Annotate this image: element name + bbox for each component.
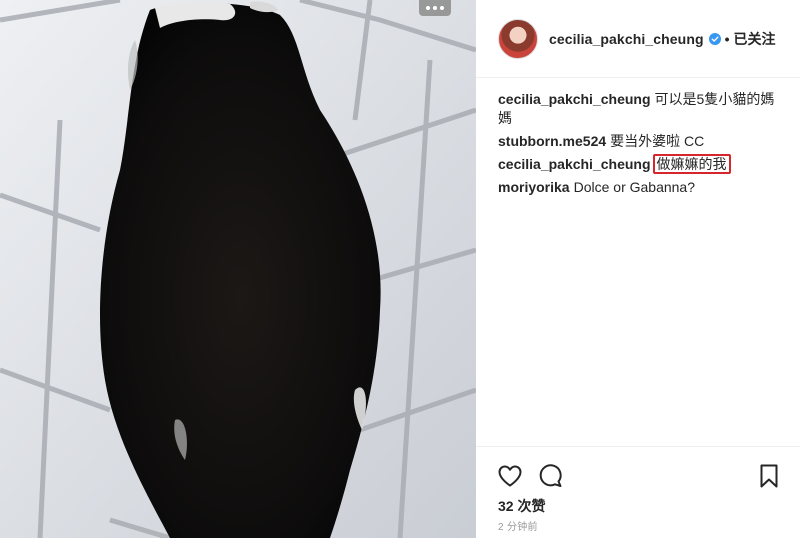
verified-badge-icon — [708, 32, 721, 45]
like-count[interactable]: 32 次赞 — [498, 496, 545, 516]
post-actions: 32 次赞 2 分钟前 — [476, 446, 800, 538]
follow-status-button[interactable]: 已关注 — [734, 29, 776, 49]
comment-item: moriyorika Dolce or Gabanna? — [498, 178, 788, 197]
comment-item: cecilia_pakchi_cheung 做嫲嫲的我 — [498, 154, 788, 174]
comment-username[interactable]: cecilia_pakchi_cheung — [498, 156, 651, 172]
avatar[interactable] — [498, 18, 538, 59]
bookmark-icon[interactable] — [756, 463, 782, 489]
comment-list: cecilia_pakchi_cheung 可以是5隻小貓的媽媽 stubborn… — [498, 90, 788, 201]
comment-item: cecilia_pakchi_cheung 可以是5隻小貓的媽媽 — [498, 90, 788, 128]
heart-icon[interactable] — [497, 463, 523, 489]
post-timestamp: 2 分钟前 — [498, 522, 538, 533]
post-details-panel: cecilia_pakchi_cheung • 已关注 cecilia_pakc… — [476, 0, 800, 538]
cat-photo — [0, 0, 476, 538]
separator-dot: • — [724, 30, 730, 47]
comment-text: Dolce or Gabanna? — [573, 179, 696, 195]
comment-username[interactable]: moriyorika — [498, 179, 570, 195]
post-photo — [0, 0, 476, 538]
comment-item: stubborn.me524 要当外婆啦 CC — [498, 132, 788, 151]
post-header: cecilia_pakchi_cheung • 已关注 — [476, 0, 800, 78]
more-options-icon[interactable] — [419, 0, 451, 16]
comment-username[interactable]: stubborn.me524 — [498, 133, 606, 149]
comment-text-highlighted: 做嫲嫲的我 — [652, 154, 731, 174]
author-username[interactable]: cecilia_pakchi_cheung — [549, 31, 704, 47]
comment-username[interactable]: cecilia_pakchi_cheung — [498, 91, 651, 107]
comment-icon[interactable] — [537, 463, 563, 489]
comment-text: 要当外婆啦 CC — [610, 133, 705, 149]
